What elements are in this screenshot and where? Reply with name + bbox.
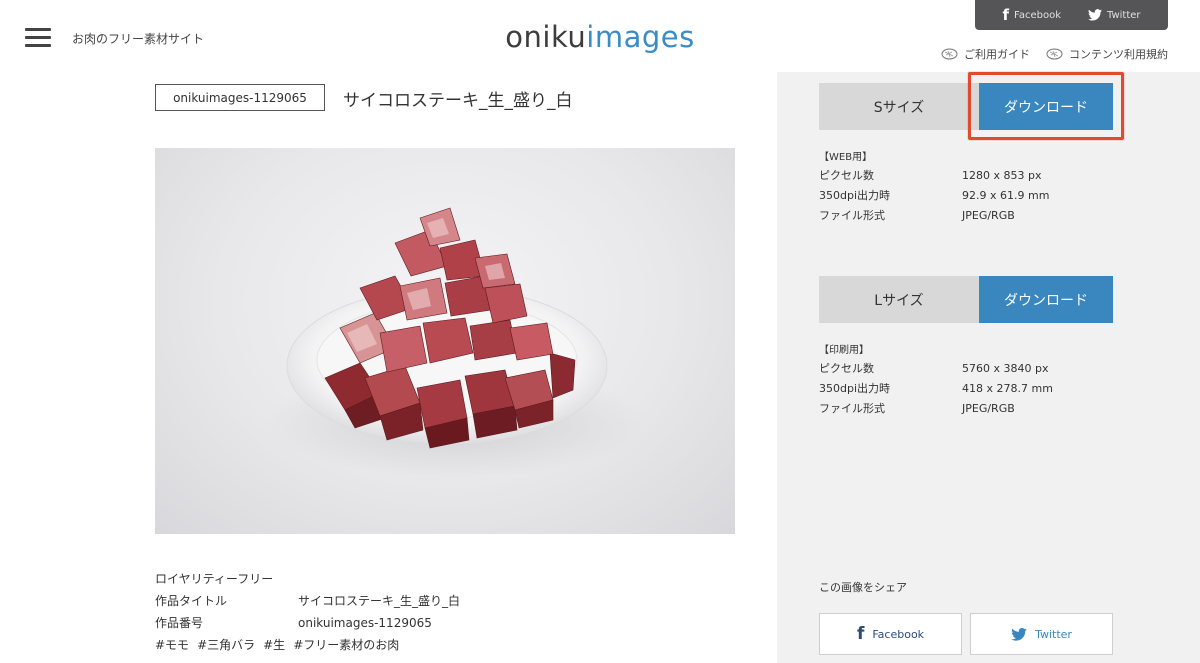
guide-links: ご利用ガイド コンテンツ利用規約 — [941, 46, 1168, 62]
share-twitter-label: Twitter — [1035, 627, 1072, 641]
page-title: サイコロステーキ_生_盛り_白 — [343, 91, 573, 111]
header-facebook-link[interactable]: f Facebook — [1002, 6, 1061, 24]
tag-link[interactable]: #三角バラ — [197, 637, 255, 659]
info-license-row: ロイヤリティーフリー — [155, 571, 460, 593]
facebook-icon: f — [856, 624, 865, 644]
header-facebook-label: Facebook — [1014, 9, 1062, 21]
size-block-l: Lサイズ ダウンロード 【印刷用】 ピクセル数 5760 x 3840 px 3… — [819, 276, 1113, 421]
spec-row: ファイル形式 JPEG/RGB — [819, 208, 1113, 228]
image-info: ロイヤリティーフリー 作品タイトル サイコロステーキ_生_盛り_白 作品番号 o… — [155, 571, 460, 659]
guide-link-terms[interactable]: コンテンツ利用規約 — [1046, 46, 1168, 62]
download-button-l[interactable]: ダウンロード — [979, 276, 1113, 323]
share-facebook-button[interactable]: f Facebook — [819, 613, 962, 655]
meat-photo-illustration — [265, 207, 645, 478]
size-block-s: Sサイズ ダウンロード 【WEB用】 ピクセル数 1280 x 853 px 3… — [819, 72, 1124, 228]
share-label: この画像をシェア — [819, 581, 907, 594]
info-number-label: 作品番号 — [155, 616, 204, 630]
header-social-bar: f Facebook Twitter — [975, 0, 1168, 30]
spec-row: ファイル形式 JPEG/RGB — [819, 401, 1113, 421]
info-title-label: 作品タイトル — [155, 594, 228, 608]
share-facebook-label: Facebook — [872, 627, 925, 641]
spec-value: 92.9 x 61.9 mm — [962, 189, 1050, 202]
spec-key: ピクセル数 — [819, 169, 874, 182]
meat-icon — [941, 48, 958, 60]
annotation-highlight-box — [968, 72, 1124, 140]
logo-text-images: images — [586, 20, 695, 54]
download-sidebar: Sサイズ ダウンロード 【WEB用】 ピクセル数 1280 x 853 px 3… — [777, 72, 1200, 663]
image-id-box: onikuimages-1129065 — [155, 84, 325, 111]
usage-label-s: 【WEB用】 — [819, 152, 873, 163]
spec-key: ファイル形式 — [819, 402, 885, 415]
info-title-row: 作品タイトル サイコロステーキ_生_盛り_白 — [155, 593, 460, 615]
facebook-icon: f — [1002, 6, 1010, 24]
site-header: お肉のフリー素材サイト onikuimages f Facebook Twitt… — [0, 0, 1200, 72]
twitter-icon — [1087, 9, 1102, 21]
tag-link[interactable]: #フリー素材のお肉 — [293, 637, 399, 659]
guide-link-terms-label: コンテンツ利用規約 — [1069, 48, 1168, 61]
specs-s: 【WEB用】 ピクセル数 1280 x 853 px 350dpi出力時 92.… — [819, 148, 1113, 228]
spec-row: ピクセル数 1280 x 853 px — [819, 168, 1113, 188]
tag-link[interactable]: #生 — [263, 637, 285, 659]
spec-value: 5760 x 3840 px — [962, 362, 1049, 375]
meat-photo — [155, 148, 735, 534]
spec-value: 1280 x 853 px — [962, 169, 1042, 182]
spec-key: 350dpi出力時 — [819, 382, 891, 395]
download-wrap-s: ダウンロード — [968, 72, 1124, 140]
tag-list: #モモ #三角バラ #生 #フリー素材のお肉 — [155, 637, 460, 659]
spec-key: ピクセル数 — [819, 362, 874, 375]
usage-label-l: 【印刷用】 — [819, 345, 869, 356]
share-twitter-button[interactable]: Twitter — [970, 613, 1113, 655]
spec-key: ファイル形式 — [819, 209, 885, 222]
logo-text-oniku: oniku — [505, 20, 587, 54]
size-header-s: Sサイズ ダウンロード — [819, 72, 1124, 140]
header-twitter-link[interactable]: Twitter — [1087, 9, 1141, 21]
spec-value: 418 x 278.7 mm — [962, 382, 1053, 395]
header-twitter-label: Twitter — [1106, 9, 1141, 21]
spec-value: JPEG/RGB — [962, 209, 1015, 222]
size-label-l: Lサイズ — [819, 276, 979, 323]
size-header-l: Lサイズ ダウンロード — [819, 276, 1113, 323]
info-title-value: サイコロステーキ_生_盛り_白 — [298, 594, 461, 608]
tag-link[interactable]: #モモ — [155, 637, 189, 659]
size-label-s: Sサイズ — [819, 83, 979, 130]
twitter-icon — [1011, 627, 1027, 641]
spec-row: 350dpi出力時 418 x 278.7 mm — [819, 381, 1113, 401]
spec-row: 350dpi出力時 92.9 x 61.9 mm — [819, 188, 1113, 208]
guide-link-usage[interactable]: ご利用ガイド — [941, 46, 1030, 62]
meat-icon — [1046, 48, 1063, 60]
spec-row: ピクセル数 5760 x 3840 px — [819, 361, 1113, 381]
guide-link-usage-label: ご利用ガイド — [964, 48, 1030, 61]
specs-l: 【印刷用】 ピクセル数 5760 x 3840 px 350dpi出力時 418… — [819, 341, 1113, 421]
spec-key: 350dpi出力時 — [819, 189, 891, 202]
info-number-value: onikuimages-1129065 — [298, 616, 432, 630]
spec-value: JPEG/RGB — [962, 402, 1015, 415]
license-text: ロイヤリティーフリー — [155, 572, 274, 586]
info-number-row: 作品番号 onikuimages-1129065 — [155, 615, 460, 637]
